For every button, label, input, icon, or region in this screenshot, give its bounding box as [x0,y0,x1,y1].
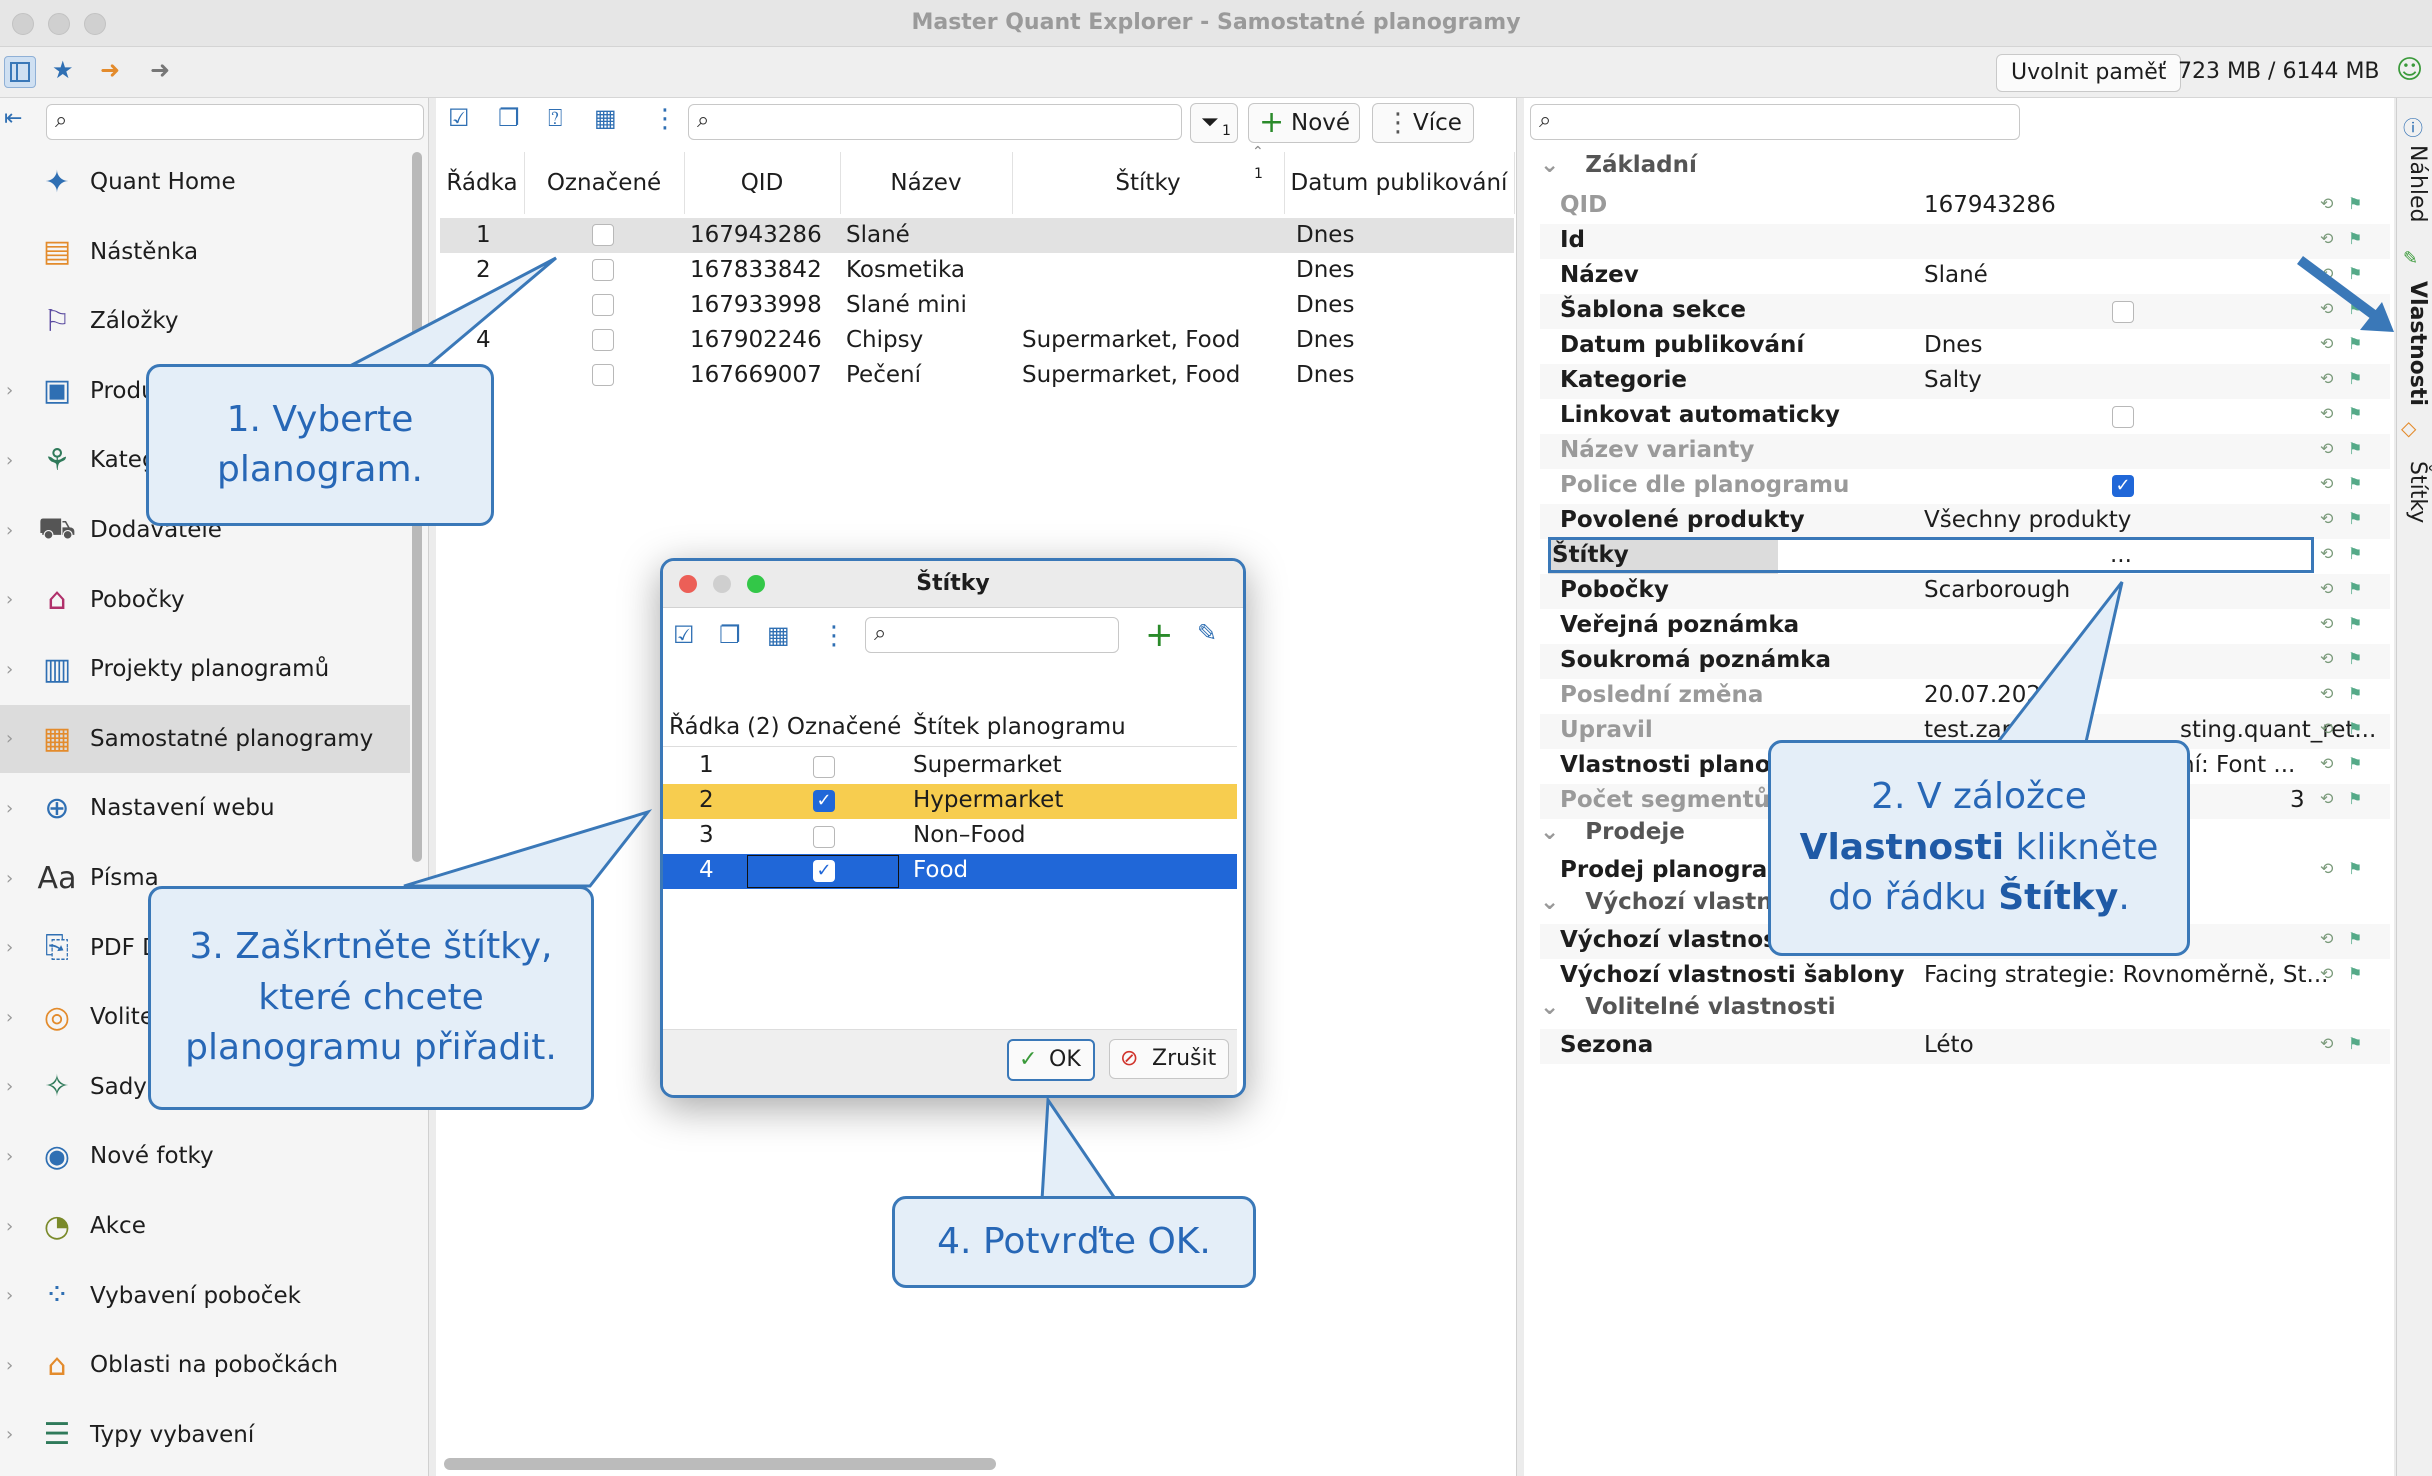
callout-3-line-2: které chcete [258,976,484,1018]
callout-4-text: 4. Potvrďte OK. [937,1220,1211,1262]
callout-1-line-1: 1. Vyberte [226,398,414,440]
callout-3-line-1: 3. Zaškrtněte štítky, [189,926,553,968]
callout-2-end: . [2118,877,2130,919]
callout-3-line-3: planogramu přiřadit. [185,1027,557,1069]
callout-2-line-2-rest: klikněte [2004,826,2159,868]
callout-step-3: 3. Zaškrtněte štítky, které chcete planogr… [148,886,594,1110]
callout-step-1: 1. Vyberte planogram. [146,364,494,526]
callout-1-line-2: planogram. [217,449,423,490]
selected-property-outline [1548,537,2314,573]
callout-2-bold-tags: Štítky [1998,877,2119,919]
callout-step-2: 2. V záložce Vlastnosti klikněte do řádku … [1768,740,2190,956]
callout-2-line-3: do řádku [1828,877,1999,919]
callout-2-bold-properties: Vlastnosti [1799,826,2005,868]
callout-step-4: 4. Potvrďte OK. [892,1196,1256,1288]
callout-2-line-1: 2. V záložce [1871,776,2087,818]
